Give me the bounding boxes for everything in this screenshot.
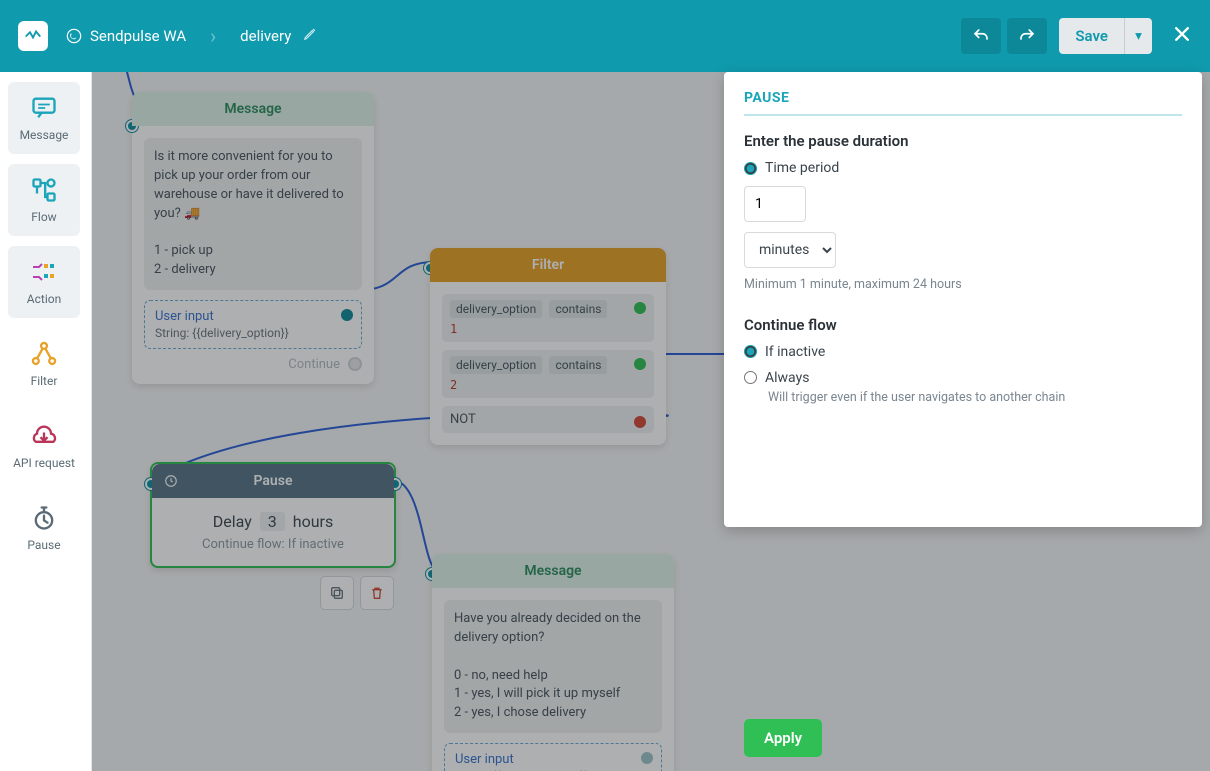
- port-continue[interactable]: [348, 357, 362, 371]
- section-continue: Continue flow: [744, 316, 1182, 334]
- radio-time-period[interactable]: Time period: [744, 160, 1182, 176]
- port-out[interactable]: [341, 309, 353, 321]
- tool-action[interactable]: Action: [8, 246, 80, 318]
- tool-pause[interactable]: Pause: [8, 492, 80, 564]
- toolbox: Message Flow Action Filter API request P…: [0, 72, 92, 771]
- whatsapp-icon: [66, 28, 82, 44]
- message-icon: [30, 94, 58, 122]
- unit-select[interactable]: minutes: [744, 232, 836, 268]
- radio-always[interactable]: Always: [744, 370, 1182, 386]
- duplicate-button[interactable]: [320, 576, 354, 610]
- breadcrumb: Sendpulse WA › delivery: [66, 24, 317, 48]
- radio-time-period-input[interactable]: [744, 162, 757, 175]
- tool-flow[interactable]: Flow: [8, 164, 80, 236]
- delete-button[interactable]: [360, 576, 394, 610]
- duration-input[interactable]: [744, 186, 806, 222]
- undo-button[interactable]: [961, 18, 1001, 54]
- node-title: Message: [432, 554, 674, 588]
- node-filter[interactable]: Filter delivery_option contains 1 delive…: [430, 248, 666, 445]
- node-message-1[interactable]: Message Is it more convenient for you to…: [132, 92, 374, 384]
- port-out-not[interactable]: [634, 416, 646, 428]
- node-pause[interactable]: Pause Delay 3 hours Continue flow: If in…: [150, 462, 396, 568]
- node-title: Pause: [152, 464, 394, 498]
- tool-api[interactable]: API request: [8, 410, 80, 482]
- filter-condition-1[interactable]: delivery_option contains 1: [442, 294, 654, 342]
- trash-icon: [369, 585, 385, 601]
- clock-icon: [164, 474, 178, 488]
- api-icon: [30, 422, 58, 450]
- top-bar: Sendpulse WA › delivery Save ▾: [0, 0, 1210, 72]
- filter-icon: [30, 340, 58, 368]
- message-text: Is it more convenient for you to pick up…: [144, 138, 362, 290]
- filter-condition-2[interactable]: delivery_option contains 2: [442, 350, 654, 398]
- section-duration: Enter the pause duration: [744, 132, 1182, 150]
- breadcrumb-separator: ›: [210, 24, 216, 48]
- flow-icon: [30, 176, 58, 204]
- redo-button[interactable]: [1007, 18, 1047, 54]
- port-out[interactable]: [641, 752, 653, 764]
- action-icon: [30, 258, 58, 286]
- pause-settings-panel: PAUSE Enter the pause duration Time peri…: [724, 72, 1202, 527]
- radio-if-inactive[interactable]: If inactive: [744, 344, 1182, 360]
- app-logo: [18, 21, 48, 51]
- radio-always-input[interactable]: [744, 371, 757, 384]
- tool-filter[interactable]: Filter: [8, 328, 80, 400]
- message-text: Have you already decided on the delivery…: [444, 600, 662, 733]
- continue-label: Continue: [288, 357, 340, 372]
- pause-icon: [30, 504, 58, 532]
- node-title: Message: [132, 92, 374, 126]
- save-button[interactable]: Save: [1059, 18, 1124, 54]
- node-title: Filter: [430, 248, 666, 282]
- tool-message[interactable]: Message: [8, 82, 80, 154]
- node-message-2[interactable]: Message Have you already decided on the …: [432, 554, 674, 771]
- app-name[interactable]: Sendpulse WA: [90, 27, 186, 45]
- user-input-block[interactable]: User input String: {{delivery_option}}: [144, 300, 362, 349]
- port-out-2[interactable]: [634, 358, 646, 370]
- save-dropdown[interactable]: ▾: [1124, 18, 1152, 54]
- close-icon[interactable]: [1172, 24, 1192, 48]
- apply-button[interactable]: Apply: [744, 719, 822, 757]
- panel-title: PAUSE: [744, 90, 1182, 116]
- port-out-1[interactable]: [634, 302, 646, 314]
- duration-hint: Minimum 1 minute, maximum 24 hours: [744, 276, 1182, 294]
- radio-if-inactive-input[interactable]: [744, 345, 757, 358]
- filter-not[interactable]: NOT: [442, 406, 654, 433]
- always-note: Will trigger even if the user navigates …: [768, 390, 1182, 405]
- copy-icon: [329, 585, 345, 601]
- user-input-block[interactable]: User input String: {{delivery_option}}: [444, 743, 662, 771]
- flow-name[interactable]: delivery: [240, 27, 291, 45]
- edit-icon[interactable]: [303, 27, 317, 45]
